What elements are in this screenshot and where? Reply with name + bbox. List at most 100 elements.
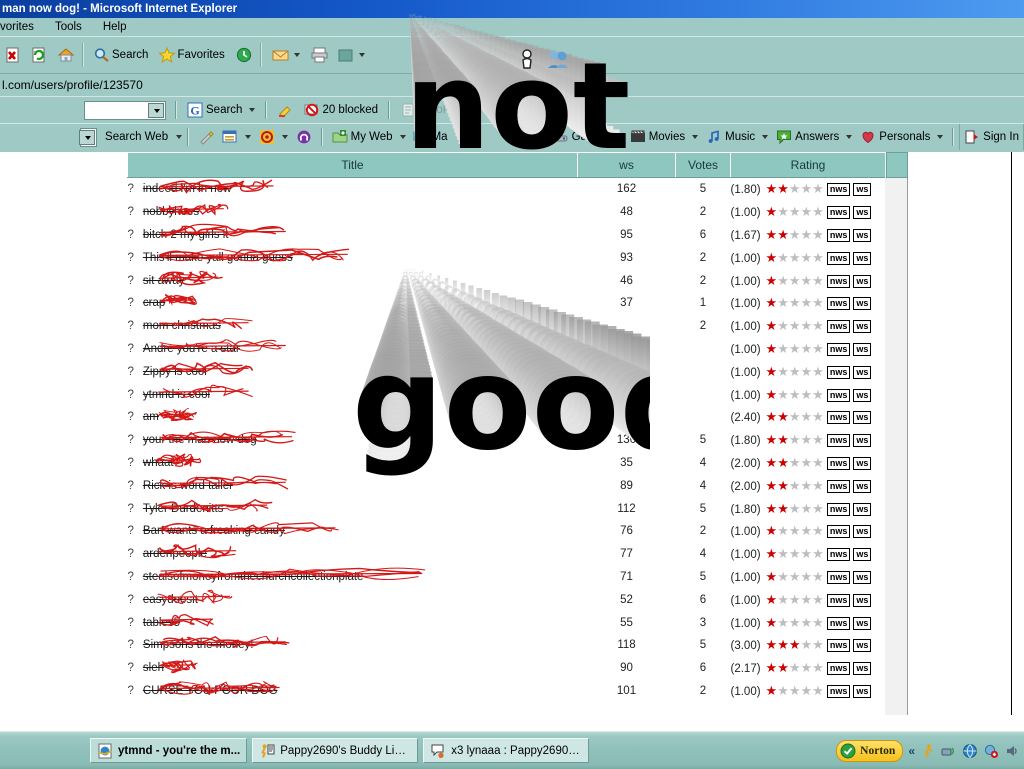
star-empty-icon[interactable]: ★ bbox=[812, 250, 824, 265]
star-filled-icon[interactable]: ★ bbox=[777, 455, 789, 470]
cell-title[interactable]: ? CURSE YOU POOR DOG bbox=[128, 680, 578, 703]
cell-title[interactable]: ? tables5 bbox=[128, 611, 578, 634]
star-empty-icon[interactable]: ★ bbox=[801, 250, 813, 265]
site-title-link[interactable]: whaat bbox=[143, 457, 174, 469]
badge-nws[interactable]: nws bbox=[826, 525, 851, 539]
cell-title[interactable]: ? Zippy is cool bbox=[128, 360, 578, 383]
star-filled-icon[interactable]: ★ bbox=[766, 615, 778, 630]
star-filled-icon[interactable]: ★ bbox=[766, 569, 778, 584]
star-empty-icon[interactable]: ★ bbox=[789, 569, 801, 584]
badge-nws[interactable]: nws bbox=[826, 456, 851, 470]
badge-nws[interactable]: nws bbox=[826, 251, 851, 265]
refresh-button[interactable] bbox=[26, 39, 52, 71]
star-empty-icon[interactable]: ★ bbox=[812, 318, 824, 333]
star-filled-icon[interactable]: ★ bbox=[766, 637, 778, 652]
star-empty-icon[interactable]: ★ bbox=[789, 432, 801, 447]
rating-stars[interactable]: ★★★★★ bbox=[766, 455, 824, 470]
star-filled-icon[interactable]: ★ bbox=[766, 409, 778, 424]
star-filled-icon[interactable]: ★ bbox=[766, 364, 778, 379]
column-header-rating[interactable]: Rating bbox=[730, 152, 886, 178]
badge-nws[interactable]: nws bbox=[826, 274, 851, 288]
rating-stars[interactable]: ★★★★★ bbox=[766, 295, 824, 310]
star-empty-icon[interactable]: ★ bbox=[801, 523, 813, 538]
column-header-title[interactable]: Title bbox=[127, 152, 578, 178]
table-row[interactable]: ? Simpsons the money! 118 5 (3.00) ★★★★★ nws ws bbox=[128, 634, 886, 657]
network-icon[interactable] bbox=[941, 743, 957, 759]
badge-nws[interactable]: nws bbox=[826, 228, 851, 242]
star-empty-icon[interactable]: ★ bbox=[777, 683, 789, 698]
badge-ws[interactable]: ws bbox=[853, 616, 872, 630]
star-empty-icon[interactable]: ★ bbox=[801, 204, 813, 219]
star-filled-icon[interactable]: ★ bbox=[766, 250, 778, 265]
star-empty-icon[interactable]: ★ bbox=[812, 204, 824, 219]
site-title-link[interactable]: ytmnd is cool bbox=[143, 389, 210, 401]
star-filled-icon[interactable]: ★ bbox=[777, 660, 789, 675]
yahoo-target-dropdown-arrow[interactable] bbox=[281, 135, 288, 139]
star-empty-icon[interactable]: ★ bbox=[801, 341, 813, 356]
table-row[interactable]: ? ytmnd is cool (1.00) ★★★★★ nws ws bbox=[128, 383, 886, 406]
table-row[interactable]: ? your the man now dog 130 5 (1.80) ★★★★★ nws w… bbox=[128, 429, 886, 452]
mail-dropdown-arrow[interactable] bbox=[293, 53, 300, 57]
star-filled-icon[interactable]: ★ bbox=[766, 660, 778, 675]
star-empty-icon[interactable]: ★ bbox=[801, 637, 813, 652]
badge-ws[interactable]: ws bbox=[853, 502, 872, 516]
star-empty-icon[interactable]: ★ bbox=[789, 341, 801, 356]
badge-ws[interactable]: ws bbox=[853, 456, 872, 470]
yahoo-target-button[interactable] bbox=[255, 124, 292, 150]
rating-stars[interactable]: ★★★★★ bbox=[766, 273, 824, 288]
table-row[interactable]: ? mom christmas 2 (1.00) ★★★★★ nws ws bbox=[128, 315, 886, 338]
aim-running-man-icon[interactable] bbox=[920, 743, 936, 759]
mail-button[interactable] bbox=[266, 39, 305, 71]
table-row[interactable]: ? bitch 2 my girls it 95 6 (1.67) ★★★★★ nws ws bbox=[128, 224, 886, 247]
star-empty-icon[interactable]: ★ bbox=[789, 204, 801, 219]
badge-ws[interactable]: ws bbox=[853, 320, 872, 334]
star-empty-icon[interactable]: ★ bbox=[812, 569, 824, 584]
rating-stars[interactable]: ★★★★★ bbox=[766, 592, 824, 607]
page-scrollbar-thumb[interactable] bbox=[886, 152, 908, 178]
site-title-link[interactable]: easydoesit bbox=[143, 594, 198, 606]
star-empty-icon[interactable]: ★ bbox=[789, 409, 801, 424]
rating-stars[interactable]: ★★★★★ bbox=[766, 341, 824, 356]
badge-ws[interactable]: ws bbox=[853, 548, 872, 562]
cell-title[interactable]: ? indeed i'm in now bbox=[128, 178, 578, 201]
badge-ws[interactable]: ws bbox=[853, 411, 872, 425]
star-empty-icon[interactable]: ★ bbox=[789, 501, 801, 516]
google-popup-blocker-button[interactable]: 20 blocked bbox=[298, 97, 383, 123]
star-empty-icon[interactable]: ★ bbox=[801, 592, 813, 607]
star-empty-icon[interactable]: ★ bbox=[789, 273, 801, 288]
table-row[interactable]: ? Zippy is cool (1.00) ★★★★★ nws ws bbox=[128, 360, 886, 383]
star-empty-icon[interactable]: ★ bbox=[789, 364, 801, 379]
star-filled-icon[interactable]: ★ bbox=[766, 318, 778, 333]
badge-nws[interactable]: nws bbox=[826, 502, 851, 516]
star-empty-icon[interactable]: ★ bbox=[789, 683, 801, 698]
star-empty-icon[interactable]: ★ bbox=[801, 318, 813, 333]
star-empty-icon[interactable]: ★ bbox=[777, 341, 789, 356]
taskbar-button[interactable]: Pappy2690's Buddy List ... bbox=[252, 738, 419, 763]
favorites-button[interactable]: Favorites bbox=[153, 39, 229, 71]
badge-nws[interactable]: nws bbox=[826, 297, 851, 311]
site-title-link[interactable]: stealsofmoneyfromthechurchcollectionplat… bbox=[143, 571, 364, 583]
star-filled-icon[interactable]: ★ bbox=[789, 637, 801, 652]
star-filled-icon[interactable]: ★ bbox=[766, 273, 778, 288]
history-button[interactable] bbox=[230, 39, 256, 71]
star-filled-icon[interactable]: ★ bbox=[766, 341, 778, 356]
address-url[interactable]: l.com/users/profile/123570 bbox=[0, 78, 143, 92]
badge-nws[interactable]: nws bbox=[826, 411, 851, 425]
star-filled-icon[interactable]: ★ bbox=[777, 432, 789, 447]
star-filled-icon[interactable]: ★ bbox=[766, 683, 778, 698]
star-filled-icon[interactable]: ★ bbox=[766, 204, 778, 219]
star-empty-icon[interactable]: ★ bbox=[789, 478, 801, 493]
badge-ws[interactable]: ws bbox=[853, 274, 872, 288]
star-empty-icon[interactable]: ★ bbox=[789, 227, 801, 242]
badge-nws[interactable]: nws bbox=[826, 183, 851, 197]
star-empty-icon[interactable]: ★ bbox=[777, 250, 789, 265]
rating-stars[interactable]: ★★★★★ bbox=[766, 546, 824, 561]
badge-nws[interactable]: nws bbox=[826, 593, 851, 607]
search-button[interactable]: Search bbox=[88, 39, 153, 71]
table-row[interactable]: ? sit away 46 2 (1.00) ★★★★★ nws ws bbox=[128, 269, 886, 292]
table-row[interactable]: ? whaat 35 4 (2.00) ★★★★★ nws ws bbox=[128, 452, 886, 475]
yahoo-item-music[interactable]: Music bbox=[702, 124, 772, 150]
rating-stars[interactable]: ★★★★★ bbox=[766, 683, 824, 698]
star-empty-icon[interactable]: ★ bbox=[777, 615, 789, 630]
site-title-link[interactable]: CURSE YOU POOR DOG bbox=[143, 685, 278, 697]
